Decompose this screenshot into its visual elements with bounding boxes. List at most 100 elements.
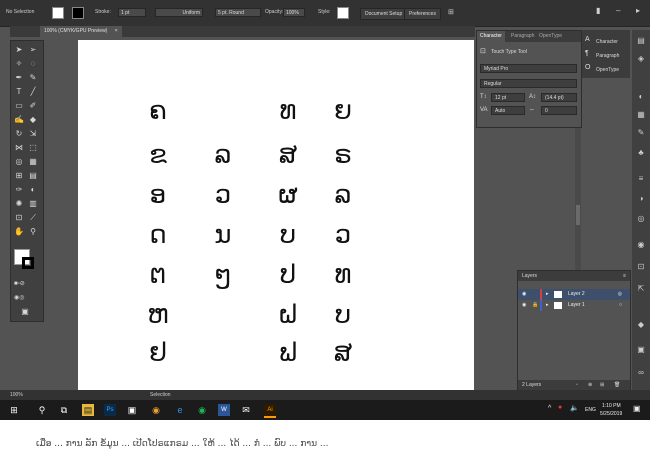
lock-icon[interactable]: 🔒 [532, 300, 538, 311]
symbol-sprayer-icon[interactable]: ✺ [14, 199, 24, 209]
glyph[interactable]: ນ [203, 220, 243, 250]
dock-character[interactable]: Character [596, 39, 618, 45]
draw-mode-icon[interactable]: ◉◎ [14, 293, 24, 303]
expand-arrow-icon[interactable]: ▸ [546, 300, 549, 311]
opacity-field[interactable]: 100% [283, 8, 305, 17]
mail-icon[interactable]: ✉ [240, 404, 252, 416]
export-icon[interactable]: ⇱ [636, 284, 646, 294]
glyph[interactable]: ຕ [138, 260, 178, 290]
glyph[interactable]: ຫ [138, 300, 178, 330]
artboard-tool-icon[interactable]: ⊡ [14, 213, 24, 223]
glyph[interactable]: ປ [268, 260, 308, 290]
mesh-tool-icon[interactable]: ⊞ [14, 171, 24, 181]
type-tool-icon[interactable]: T [14, 87, 24, 97]
target-icon[interactable]: ◎ [618, 289, 622, 300]
slice-tool-icon[interactable]: ⟋ [28, 213, 38, 223]
arrange-icon[interactable]: ⊞ [448, 8, 454, 16]
task-view-icon[interactable]: ⧉ [58, 404, 70, 416]
glyph[interactable]: ບ [323, 300, 363, 330]
glyph[interactable]: ຄ [138, 96, 178, 126]
zoom-tool-icon[interactable]: ⚲ [28, 227, 38, 237]
tab-paragraph[interactable]: Paragraph [511, 31, 534, 42]
font-style-field[interactable]: Regular [480, 79, 577, 88]
clock-time[interactable]: 1:10 PM [602, 403, 621, 409]
stroke-weight-field[interactable]: 1 pt [118, 8, 146, 17]
pen-tool-icon[interactable]: ✒ [14, 73, 24, 83]
links-icon[interactable]: ∞ [636, 368, 646, 378]
artboard[interactable]: ຄ ທ ຍ ຂ ລ ສ ຣ ອ ວ ຜ ລ ດ ນ ບ ວ ຕ ໆ ປ ທ ຫ … [78, 40, 474, 390]
curvature-tool-icon[interactable]: ✎ [28, 73, 38, 83]
panel-menu-icon[interactable]: ▮ [596, 6, 600, 15]
stroke-profile-dropdown[interactable]: Uniform [155, 8, 203, 17]
minimize-icon[interactable]: – [616, 6, 620, 15]
screen-mode-icon[interactable]: ▣ [20, 307, 30, 317]
glyph[interactable]: ໆ [203, 260, 243, 290]
eraser-icon[interactable]: ◆ [28, 115, 38, 125]
visibility-icon[interactable]: ◉ [522, 300, 526, 311]
photos-icon[interactable]: ▣ [126, 404, 138, 416]
edge-icon[interactable]: e [174, 404, 186, 416]
current-tool-status[interactable]: Selection [150, 390, 171, 400]
layer-row[interactable]: ◉ ▸ Layer 2 ◎ [518, 289, 630, 300]
glyph[interactable]: ສ [268, 140, 308, 170]
dock-opentype[interactable]: OpenType [596, 67, 619, 73]
glyph[interactable]: ທ [323, 260, 363, 290]
line-tool-icon[interactable]: ╱ [28, 87, 38, 97]
glyph[interactable]: ສ [323, 338, 363, 368]
tracking-field[interactable]: 0 [541, 106, 577, 115]
kerning-field[interactable]: Auto [491, 106, 525, 115]
glyph[interactable]: ຝ [268, 300, 308, 330]
libraries-icon[interactable]: ◈ [636, 54, 646, 64]
glyph[interactable]: ລ [203, 140, 243, 170]
volume-icon[interactable]: 🔈 [570, 404, 579, 412]
stroke-color-icon[interactable] [22, 257, 34, 269]
dock-paragraph[interactable]: Paragraph [596, 53, 619, 59]
brush-dropdown[interactable]: 5 pt. Round [215, 8, 261, 17]
document-tab[interactable]: 100% (CMYK/GPU Preview) × [40, 26, 122, 37]
hand-tool-icon[interactable]: ✋ [14, 227, 24, 237]
font-family-field[interactable]: Myriad Pro [480, 64, 577, 73]
expand-arrow-icon[interactable]: ▸ [546, 289, 549, 300]
font-size-field[interactable]: 12 pt [491, 93, 525, 102]
tray-arrow-icon[interactable]: ^ [548, 405, 551, 412]
transparency-icon[interactable]: ◎ [636, 214, 646, 224]
layer-row[interactable]: ◉ 🔒 ▸ Layer 1 ○ [518, 300, 630, 311]
eyedropper-icon[interactable]: ✑ [14, 185, 24, 195]
selection-tool-icon[interactable]: ➤ [14, 45, 24, 55]
direct-selection-tool-icon[interactable]: ➢ [28, 45, 38, 55]
target-icon[interactable]: ○ [619, 300, 622, 311]
graph-tool-icon[interactable]: ▥ [28, 199, 38, 209]
windows-start-icon[interactable]: ⊞ [8, 404, 20, 416]
color-icon[interactable]: ◐ [636, 92, 646, 102]
shape-builder-icon[interactable]: ◎ [14, 157, 24, 167]
glyph[interactable]: ວ [323, 220, 363, 250]
glyph[interactable]: ວ [203, 180, 243, 210]
color-mode-icon[interactable]: ■▫⊘ [14, 279, 25, 289]
appearance-icon[interactable]: ◉ [636, 240, 646, 250]
close-icon[interactable]: × [115, 28, 118, 34]
glyph[interactable]: ລ [323, 180, 363, 210]
photoshop-icon[interactable]: Ps [104, 404, 116, 416]
tab-opentype[interactable]: OpenType [539, 31, 562, 42]
free-transform-icon[interactable]: ⬚ [28, 143, 38, 153]
layer-name[interactable]: Layer 2 [568, 289, 585, 300]
gradient-icon[interactable]: ◑ [636, 194, 646, 204]
brushes-icon[interactable]: ✎ [636, 128, 646, 138]
expand-icon[interactable]: ▸ [636, 6, 640, 15]
swatches-icon[interactable]: ▦ [636, 110, 646, 120]
glyph[interactable]: ບ [268, 220, 308, 250]
shaper-tool-icon[interactable]: ✍ [14, 115, 24, 125]
lasso-icon[interactable]: ◌ [28, 59, 38, 69]
glyph[interactable]: ດ [138, 220, 178, 250]
magic-wand-icon[interactable]: ✧ [14, 59, 24, 69]
rectangle-tool-icon[interactable]: ▭ [14, 101, 24, 111]
file-explorer-icon[interactable]: ▤ [82, 404, 94, 416]
panel-menu-icon[interactable]: ≡ [623, 271, 626, 281]
layer-name[interactable]: Layer 1 [568, 300, 585, 311]
artboards-icon[interactable]: ▣ [636, 345, 646, 355]
word-icon[interactable]: W [218, 404, 230, 416]
fill-swatch[interactable] [52, 7, 64, 19]
glyph[interactable]: ຣ [323, 140, 363, 170]
tab-character[interactable]: Character [477, 31, 505, 42]
glyph[interactable]: ຜ [268, 180, 308, 210]
